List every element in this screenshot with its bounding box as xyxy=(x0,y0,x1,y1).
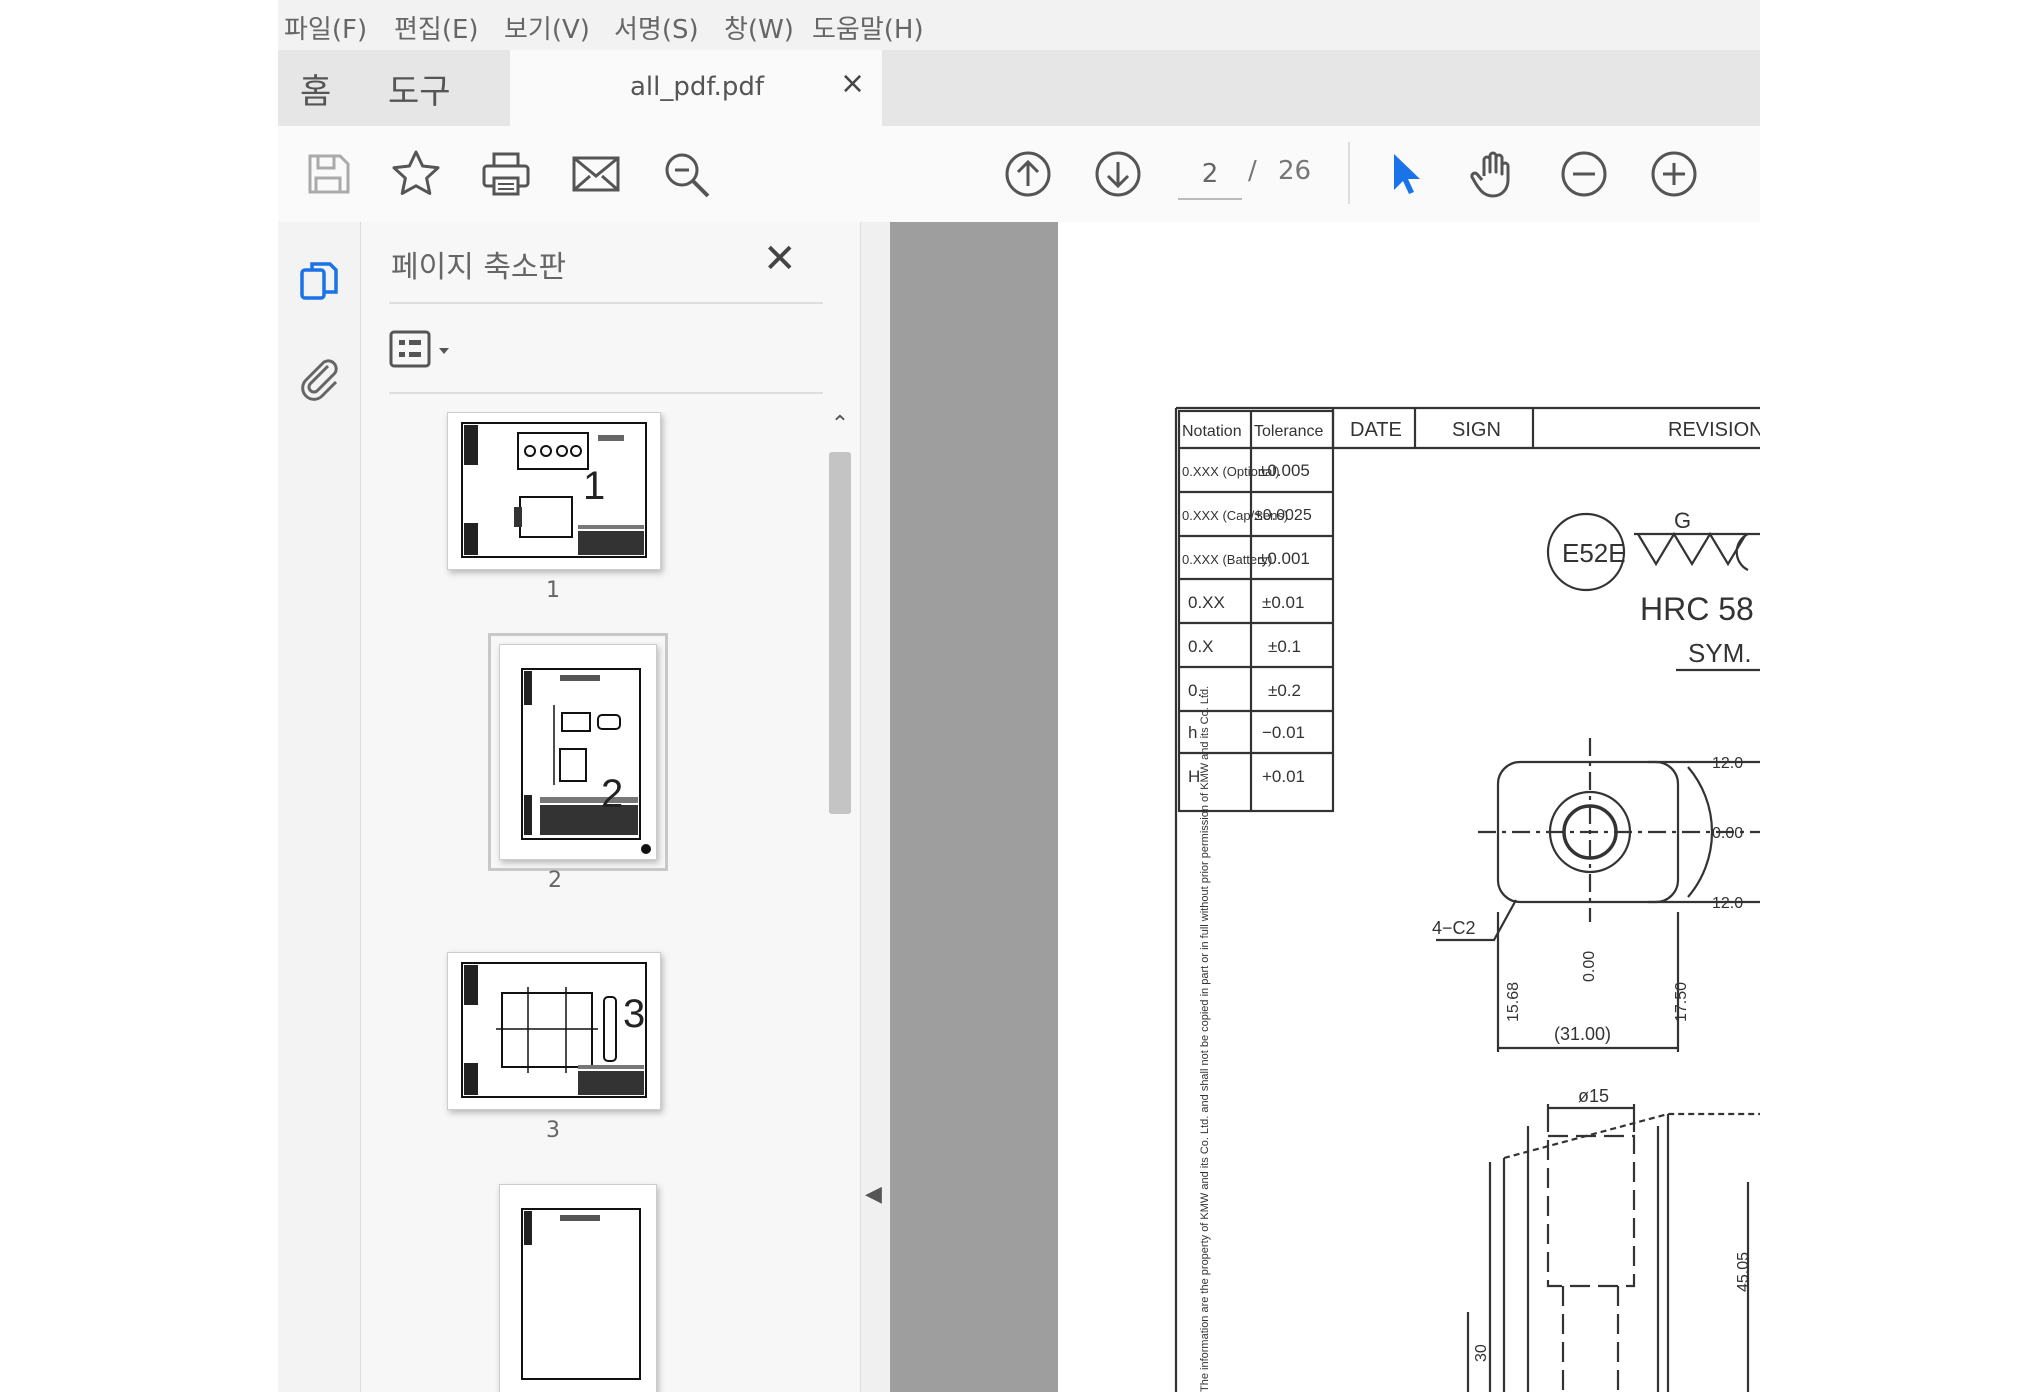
save-icon[interactable] xyxy=(300,146,356,202)
date-header: DATE xyxy=(1350,419,1402,441)
panel-divider xyxy=(389,302,823,304)
navigation-pane xyxy=(278,222,361,1392)
tol-value-4: ±0.1 xyxy=(1268,637,1301,656)
tol-value-3: ±0.01 xyxy=(1262,593,1304,612)
zoom-out-icon[interactable] xyxy=(1556,146,1612,202)
thumbnail-label-3: 3 xyxy=(546,1118,560,1143)
close-tab-button[interactable]: × xyxy=(840,66,865,101)
close-panel-button[interactable]: ✕ xyxy=(763,236,797,282)
menu-edit[interactable]: 편집(E) xyxy=(394,9,479,46)
tolerance-header: Tolerance xyxy=(1254,423,1323,440)
engineering-drawing: Notation Tolerance DATE SIGN REVISION 0.… xyxy=(1174,406,1760,1392)
notation-header: Notation xyxy=(1182,423,1242,440)
document-tab-title: all_pdf.pdf xyxy=(630,72,765,102)
thumbnail-label-2: 2 xyxy=(548,868,562,893)
zoom-in-icon[interactable] xyxy=(1646,146,1702,202)
right-dim: 17.50 xyxy=(1673,982,1690,1022)
hardness-spec: HRC 58 xyxy=(1640,591,1754,627)
menu-help[interactable]: 도움말(H) xyxy=(812,9,924,46)
panel-collapse-strip[interactable]: ◀ xyxy=(860,222,891,1392)
tab-tools[interactable]: 도구 xyxy=(388,64,451,113)
menu-window[interactable]: 창(W) xyxy=(724,9,794,46)
right-mid-dim: 0.00 xyxy=(1712,825,1743,842)
thumbnail-label-1: 1 xyxy=(546,578,560,603)
thumbnail-page-number-1: 1 xyxy=(583,464,606,508)
sign-header: SIGN xyxy=(1452,419,1501,441)
options-list-icon xyxy=(389,330,449,368)
menu-file[interactable]: 파일(F) xyxy=(284,9,367,46)
email-icon[interactable] xyxy=(568,146,624,202)
page-separator: / xyxy=(1248,156,1257,186)
tol-notation-3: 0.XX xyxy=(1188,593,1225,612)
tab-home[interactable]: 홈 xyxy=(300,64,331,113)
next-page-icon[interactable] xyxy=(1090,146,1146,202)
hand-tool-icon[interactable] xyxy=(1466,146,1522,202)
panel-title: 페이지 축소판 xyxy=(391,250,567,285)
document-view[interactable]: Notation Tolerance DATE SIGN REVISION 0.… xyxy=(890,222,1760,1392)
scrollbar-thumb[interactable] xyxy=(829,452,851,814)
total-pages: 26 xyxy=(1278,156,1312,186)
confidentiality-note: The information are the property of KMW … xyxy=(1199,686,1211,1392)
left-dim: 15.68 xyxy=(1505,982,1522,1022)
page-thumbnail-1[interactable] xyxy=(447,412,661,570)
material-code: E52E xyxy=(1562,538,1626,568)
select-cursor-icon[interactable] xyxy=(1376,146,1432,202)
center-dim: 0.00 xyxy=(1581,951,1598,982)
finish-symbol: G xyxy=(1674,508,1691,533)
thumbnail-options-button[interactable] xyxy=(387,328,457,374)
tol-value-5: ±0.2 xyxy=(1268,681,1301,700)
thumbnail-list: 1 1 2 2 3 3 xyxy=(361,412,821,1392)
toolbar: / 26 xyxy=(278,126,1760,225)
collapse-panel-arrow-icon[interactable]: ◀ xyxy=(865,1182,882,1207)
width-dim: (31.00) xyxy=(1554,1024,1611,1044)
right-bottom-dim: 12.0 xyxy=(1712,895,1743,912)
hole-dim: ø15 xyxy=(1578,1086,1609,1106)
search-zoom-icon[interactable] xyxy=(658,146,714,202)
attachments-icon[interactable] xyxy=(294,352,344,402)
print-icon[interactable] xyxy=(478,146,534,202)
tol-value-2: ±0.001 xyxy=(1258,549,1310,568)
tol-value-0: ±0.005 xyxy=(1258,461,1310,480)
height-dim: 45.05 xyxy=(1735,1252,1752,1292)
tol-value-6: −0.01 xyxy=(1262,723,1305,742)
page-thumbnails-icon[interactable] xyxy=(294,256,344,306)
page-thumbnails-panel: 페이지 축소판 ✕ 1 1 2 2 3 3 ⌃ xyxy=(361,222,860,1392)
tol-notation-6: h xyxy=(1188,723,1197,742)
right-top-dim: 12.0 xyxy=(1712,755,1743,772)
depth-dim: 30 xyxy=(1473,1344,1490,1362)
toolbar-divider xyxy=(1348,142,1350,204)
page-thumbnail-2[interactable] xyxy=(488,633,668,871)
chamfer-dim: 4−C2 xyxy=(1432,918,1476,938)
tol-value-1: ±0.0025 xyxy=(1254,507,1312,524)
page-thumbnail-4[interactable] xyxy=(499,1184,657,1392)
tol-value-7: +0.01 xyxy=(1262,767,1305,786)
thumbnail-page-number-3: 3 xyxy=(623,992,646,1036)
bookmark-star-icon[interactable] xyxy=(388,146,444,202)
thumbnail-page-number-2: 2 xyxy=(601,772,624,816)
thumbnail-scrollbar[interactable]: ⌃ xyxy=(825,412,855,1392)
tab-document[interactable]: all_pdf.pdf × xyxy=(510,50,882,126)
revision-header: REVISION xyxy=(1668,419,1760,441)
tab-bar: 홈 도구 all_pdf.pdf × xyxy=(278,50,1760,126)
menu-bar: 파일(F) 편집(E) 보기(V) 서명(S) 창(W) 도움말(H) xyxy=(278,0,1760,50)
tol-notation-4: 0.X xyxy=(1188,637,1214,656)
document-page: Notation Tolerance DATE SIGN REVISION 0.… xyxy=(1058,222,1760,1392)
menu-view[interactable]: 보기(V) xyxy=(504,9,590,46)
page-number-input[interactable] xyxy=(1178,150,1242,200)
scroll-up-button[interactable]: ⌃ xyxy=(825,412,855,442)
previous-page-icon[interactable] xyxy=(1000,146,1056,202)
pdf-viewer-window: 파일(F) 편집(E) 보기(V) 서명(S) 창(W) 도움말(H) 홈 도구… xyxy=(278,0,1760,1392)
sym-label: SYM. xyxy=(1688,638,1752,668)
menu-sign[interactable]: 서명(S) xyxy=(614,9,699,46)
panel-divider xyxy=(389,392,823,394)
